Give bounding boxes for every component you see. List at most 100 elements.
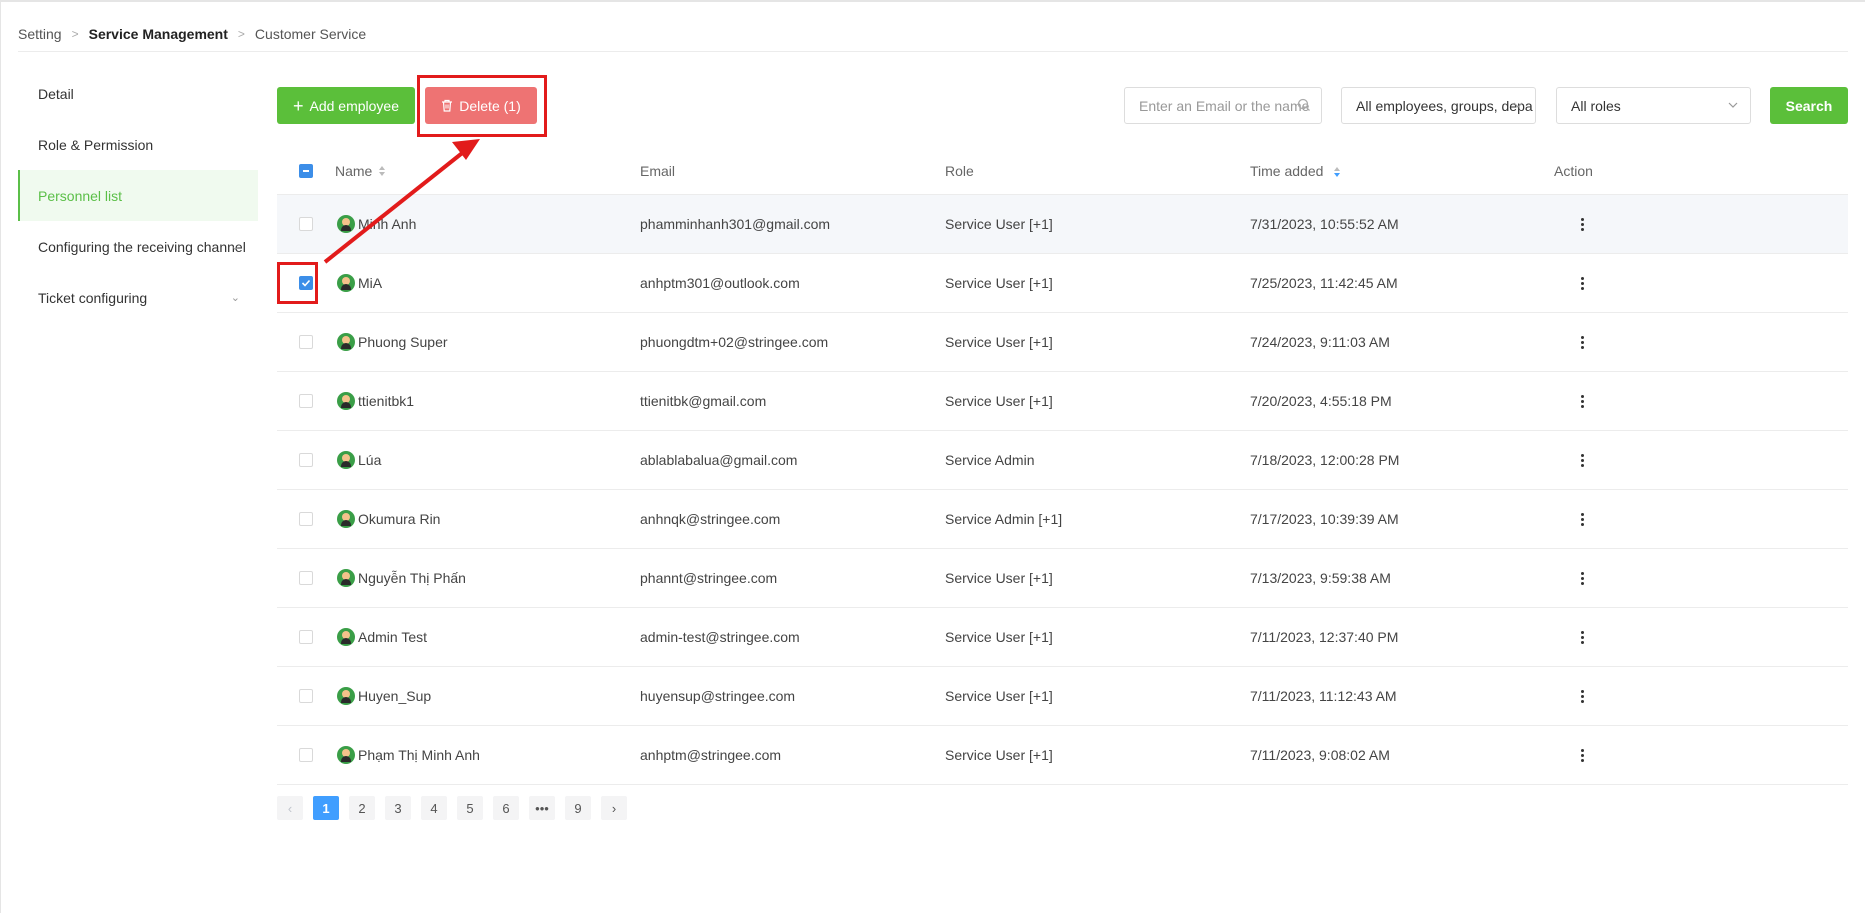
header-name[interactable]: Name [335,163,372,179]
sort-icon[interactable] [1333,166,1341,178]
breadcrumb-service-management[interactable]: Service Management [89,26,228,42]
row-checkbox[interactable] [299,394,313,408]
avatar [337,451,355,469]
more-actions-icon[interactable] [1580,276,1584,290]
roles-select-value: All roles [1571,97,1621,114]
breadcrumb-setting[interactable]: Setting [18,26,62,42]
chevron-down-icon: ⌄ [230,241,240,253]
employee-name: Phuong Super [358,334,448,350]
sidebar-item-label: Ticket configuring [38,289,148,306]
page-ellipsis[interactable]: ••• [529,796,555,820]
table-row[interactable]: Minh Anh phamminhanh301@gmail.com Servic… [277,195,1848,254]
add-employee-button[interactable]: + Add employee [277,87,415,124]
row-checkbox[interactable] [299,217,313,231]
more-actions-icon[interactable] [1580,630,1584,644]
employee-time-added: 7/24/2023, 9:11:03 AM [1250,334,1390,350]
more-actions-icon[interactable] [1580,512,1584,526]
more-actions-icon[interactable] [1580,335,1584,349]
employee-email: phuongdtm+02@stringee.com [640,334,829,350]
employee-time-added: 7/31/2023, 10:55:52 AM [1250,216,1399,232]
page-button[interactable]: 3 [385,796,411,820]
page-button[interactable]: 2 [349,796,375,820]
header-time-added[interactable]: Time added [1250,163,1323,179]
more-actions-icon[interactable] [1580,394,1584,408]
sidebar-item-detail[interactable]: Detail [18,68,258,119]
row-checkbox[interactable] [299,335,313,349]
table-row[interactable]: Nguyễn Thị Phấn phannt@stringee.com Serv… [277,549,1848,608]
employee-email: ttienitbk@gmail.com [640,393,767,409]
divider [18,51,1848,52]
sidebar-item-ticket-configuring[interactable]: Ticket configuring ⌄ [18,272,258,323]
avatar [337,687,355,705]
search-input[interactable]: Enter an Email or the name [1124,87,1322,124]
table-row[interactable]: Phuong Super phuongdtm+02@stringee.com S… [277,313,1848,372]
table-row[interactable]: MiA anhptm301@outlook.com Service User [… [277,254,1848,313]
sidebar-item-label: Role & Permission [38,136,154,153]
select-all-checkbox[interactable] [299,164,313,178]
employee-time-added: 7/13/2023, 9:59:38 AM [1250,570,1391,586]
page-button[interactable]: 1 [313,796,339,820]
row-checkbox[interactable] [299,571,313,585]
annotation-box-delete [417,75,547,137]
pagination: ‹ 1 2 3 4 5 6 ••• 9 › [277,796,627,820]
table-row[interactable]: Admin Test admin-test@stringee.com Servi… [277,608,1848,667]
avatar [337,274,355,292]
more-actions-icon[interactable] [1580,571,1584,585]
next-page-button[interactable]: › [601,796,627,820]
employee-name: Minh Anh [358,216,417,232]
employee-role: Service Admin [945,452,1035,468]
employee-time-added: 7/18/2023, 12:00:28 PM [1250,452,1400,468]
header-action: Action [1554,163,1593,179]
employee-email: anhptm@stringee.com [640,747,782,763]
header-role: Role [945,163,974,179]
row-checkbox[interactable] [299,512,313,526]
sort-icon[interactable] [378,165,386,177]
employee-time-added: 7/20/2023, 4:55:18 PM [1250,393,1392,409]
groups-select[interactable]: All employees, groups, depa [1341,87,1536,124]
table-row[interactable]: Okumura Rin anhnqk@stringee.com Service … [277,490,1848,549]
table-row[interactable]: Huyen_Sup huyensup@stringee.com Service … [277,667,1848,726]
search-button[interactable]: Search [1770,87,1848,124]
employee-role: Service User [+1] [945,334,1053,350]
employee-role: Service User [+1] [945,570,1053,586]
employee-time-added: 7/11/2023, 9:08:02 AM [1250,747,1390,763]
more-actions-icon[interactable] [1580,689,1584,703]
table-row[interactable]: Phạm Thị Minh Anh anhptm@stringee.com Se… [277,726,1848,785]
chevron-down-icon: ⌄ [230,292,240,304]
avatar [337,392,355,410]
employee-name: Lúa [358,452,382,468]
table-row[interactable]: ttienitbk1 ttienitbk@gmail.com Service U… [277,372,1848,431]
page-button[interactable]: 4 [421,796,447,820]
avatar [337,510,355,528]
sidebar-item-role-permission[interactable]: Role & Permission [18,119,258,170]
table-row[interactable]: Lúa ablablabalua@gmail.com Service Admin… [277,431,1848,490]
chevron-down-icon [1513,102,1523,108]
employee-role: Service User [+1] [945,747,1053,763]
row-checkbox[interactable] [299,630,313,644]
add-employee-label: Add employee [309,97,400,114]
plus-icon: + [292,95,304,116]
employee-role: Service User [+1] [945,688,1053,704]
search-icon [1297,98,1310,111]
row-checkbox[interactable] [299,748,313,762]
sidebar-item-label: Configuring the receiving channel [38,238,246,255]
sidebar-item-personnel-list[interactable]: Personnel list [18,170,258,221]
more-actions-icon[interactable] [1580,748,1584,762]
prev-page-button[interactable]: ‹ [277,796,303,820]
roles-select[interactable]: All roles [1556,87,1751,124]
breadcrumb-separator-icon: > [237,27,245,41]
employee-email: anhnqk@stringee.com [640,511,781,527]
page-button[interactable]: 6 [493,796,519,820]
more-actions-icon[interactable] [1580,217,1584,231]
page-button[interactable]: 5 [457,796,483,820]
employee-time-added: 7/11/2023, 11:12:43 AM [1250,688,1397,704]
sidebar-item-receiving-channel[interactable]: Configuring the receiving channel ⌄ [18,221,258,272]
header-email: Email [640,163,676,179]
row-checkbox[interactable] [299,689,313,703]
row-checkbox[interactable] [299,453,313,467]
employee-time-added: 7/11/2023, 12:37:40 PM [1250,629,1399,645]
more-actions-icon[interactable] [1580,453,1584,467]
personnel-table: Name Email Role Time added Action Minh A… [277,148,1848,785]
chevron-down-icon [1728,102,1738,108]
page-button[interactable]: 9 [565,796,591,820]
